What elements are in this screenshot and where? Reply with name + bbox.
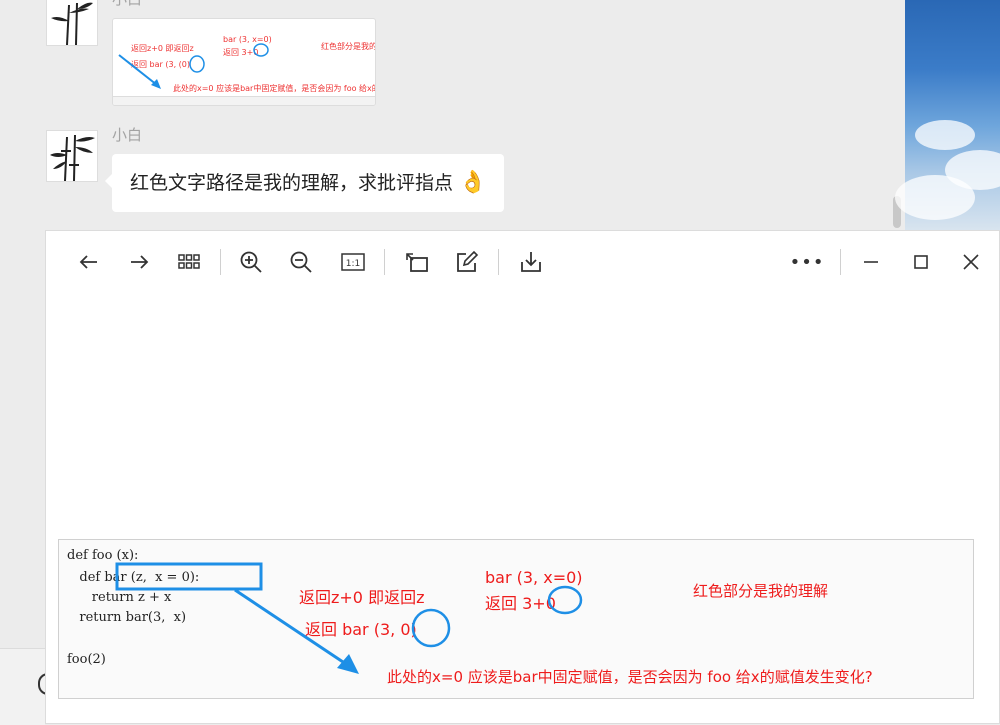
image-viewer-window: 1:1 ••• def foo (x): def bar (z, x = 0):… (45, 230, 1000, 724)
input-area-partial (0, 648, 54, 725)
viewed-image: def foo (x): def bar (z, x = 0): return … (58, 539, 974, 699)
maximize-button[interactable] (906, 247, 936, 277)
download-icon (521, 252, 541, 272)
actual-size-icon: 1:1 (341, 253, 365, 271)
zoom-in-button[interactable] (236, 247, 266, 277)
background-sky-image (895, 0, 1000, 230)
zoom-in-icon (240, 251, 262, 273)
blue-annotations (115, 562, 583, 674)
maximize-icon (914, 255, 928, 269)
edit-button[interactable] (452, 247, 482, 277)
bamboo-avatar-icon (50, 134, 95, 181)
toolbar-divider (840, 249, 841, 275)
sender-name-partial: 小白 (112, 0, 142, 9)
zoom-out-button[interactable] (286, 247, 316, 277)
svg-text:1:1: 1:1 (346, 259, 360, 269)
toolbar-divider (498, 249, 499, 275)
zoom-out-icon (290, 251, 312, 273)
minimize-icon (864, 261, 878, 263)
sender-name: 小白 (112, 126, 143, 144)
more-options-button[interactable]: ••• (790, 247, 824, 277)
arrow-left-icon (79, 255, 97, 269)
rotate-button[interactable] (402, 247, 432, 277)
message-text: 红色文字路径是我的理解，求批评指点 (130, 172, 454, 194)
image-message-thumbnail[interactable]: 返回z+0 即返回z 返回 bar (3, (0) bar (3, x=0) 返… (112, 18, 376, 106)
thumb-annotations (118, 43, 269, 89)
forward-button[interactable] (124, 247, 154, 277)
bamboo-avatar-icon (51, 2, 93, 45)
minimize-button[interactable] (856, 247, 886, 277)
toolbar-divider (220, 249, 221, 275)
edit-icon (457, 250, 479, 272)
text-message-bubble[interactable]: 红色文字路径是我的理解，求批评指点 👌 (104, 154, 505, 212)
grid-view-button[interactable] (174, 247, 204, 277)
arrow-right-icon (131, 255, 149, 269)
back-button[interactable] (74, 247, 104, 277)
ok-hand-emoji: 👌 (459, 170, 487, 195)
download-button[interactable] (516, 247, 546, 277)
grid-icon (178, 254, 200, 269)
avatar[interactable] (46, 0, 98, 46)
actual-size-button[interactable]: 1:1 (338, 247, 368, 277)
rotate-icon (406, 253, 428, 272)
toolbar-divider (384, 249, 385, 275)
avatar[interactable] (46, 130, 98, 182)
close-icon (963, 254, 979, 270)
close-button[interactable] (956, 247, 986, 277)
